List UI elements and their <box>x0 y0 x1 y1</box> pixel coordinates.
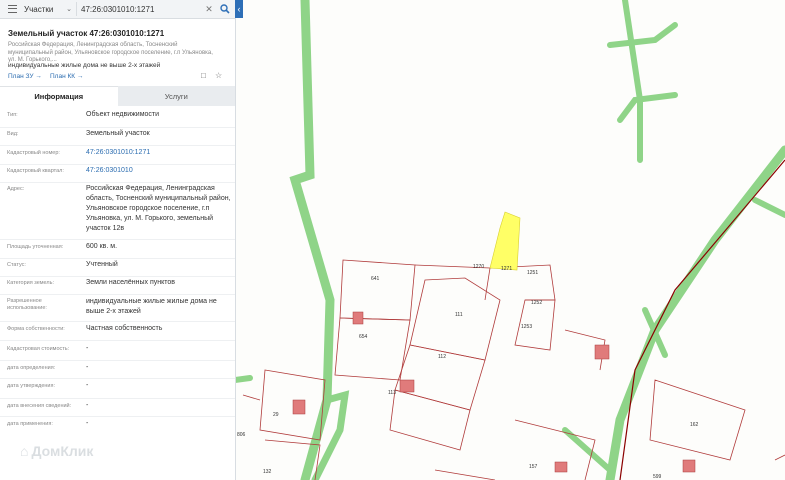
field-row: дата применения: - <box>0 416 235 434</box>
field-label: дата утверждения: <box>7 383 56 389</box>
parcel-label: 1253 <box>521 324 533 330</box>
parcel-label: 1271 <box>501 266 513 272</box>
field-row: дата внесения сведений: - <box>0 398 235 417</box>
parcel-label: 113 <box>388 390 396 396</box>
parcel-label: 157 <box>529 464 538 470</box>
field-row: дата утверждения: - <box>0 378 235 399</box>
field-row: Категория земель: Земли населённых пункт… <box>0 276 235 295</box>
field-row: Площадь уточненная: 600 кв. м. <box>0 240 235 259</box>
field-row: Форма собственности: Частная собственнос… <box>0 322 235 341</box>
field-label: Форма собственности: <box>7 326 65 332</box>
field-row: Статус: Учтенный <box>0 258 235 277</box>
field-row: дата определения: - <box>0 360 235 379</box>
field-label: Адрес: <box>7 186 25 192</box>
parcel-label: 1251 <box>527 270 539 276</box>
star-icon[interactable]: ☆ <box>215 71 222 80</box>
plan-zu-link[interactable]: План ЗУ → <box>8 73 42 80</box>
parcel-label: 1252 <box>531 300 543 306</box>
field-value: 600 кв. м. <box>86 243 118 250</box>
field-value: - <box>86 345 89 352</box>
watermark-text: ДомКлик <box>31 443 94 459</box>
collapse-panel-button[interactable]: ‹ <box>235 0 243 18</box>
parcel-label: 1270 <box>473 264 485 270</box>
field-label: дата внесения сведений: <box>7 403 72 409</box>
search-icon <box>220 4 230 14</box>
parcel-label: 29 <box>273 412 279 418</box>
tab-information[interactable]: Информация <box>0 86 118 106</box>
parcel-label: 111 <box>455 312 463 318</box>
parcel-usage: индивидуальные жилые дома не выше 2-х эт… <box>8 62 161 69</box>
parcel-label: 654 <box>359 334 368 340</box>
menu-button[interactable] <box>0 0 24 18</box>
collapse-arrow-icon: ‹ <box>237 4 241 14</box>
parcel-label: 162 <box>690 422 699 428</box>
field-value: Земли населённых пунктов <box>86 279 176 286</box>
parcel-label: 599 <box>653 474 662 480</box>
field-value: - <box>86 420 89 427</box>
field-row: Тип: Объект недвижимости <box>0 108 235 128</box>
field-row: Кадастровая стоимость: - <box>0 340 235 361</box>
parcel-title: Земельный участок 47:26:0301010:1271 <box>8 29 165 38</box>
field-label: Категория земель: <box>7 280 55 286</box>
field-value: - <box>86 382 89 389</box>
parcel-label: 806 <box>237 432 246 438</box>
field-label: Кадастровый квартал: <box>7 168 64 174</box>
selected-parcel[interactable] <box>489 211 521 271</box>
tab-services[interactable]: Услуги <box>117 86 235 106</box>
field-value: - <box>86 364 89 371</box>
tab-bar: Информация Услуги <box>0 86 235 106</box>
field-label: Вид: <box>7 131 19 137</box>
search-bar: Участки ⌄ 47:26:0301010:1271 ✕ <box>0 0 235 19</box>
field-label: дата определения: <box>7 365 56 371</box>
parcel-label: 132 <box>263 469 272 475</box>
info-panel: Участки ⌄ 47:26:0301010:1271 ✕ Земельный… <box>0 0 236 480</box>
field-value: Земельный участок <box>86 130 150 137</box>
field-value: Частная собственность <box>86 325 163 332</box>
close-icon[interactable]: ✕ <box>203 4 215 15</box>
field-value: Учтенный <box>86 261 118 268</box>
field-label: Тип: <box>7 112 18 118</box>
cadastral-map[interactable]: 641 1270 1271 1251 1252 111 1253 654 112… <box>235 0 785 480</box>
field-label: Кадастровая стоимость: <box>7 346 70 352</box>
field-row: Вид: Земельный участок <box>0 127 235 146</box>
layer-select[interactable]: Участки ⌄ <box>24 0 76 18</box>
field-value: индивидуальные жилые жилые дома не выше … <box>86 298 217 315</box>
layer-select-value: Участки <box>24 4 54 14</box>
field-row: Адрес: Российская Федерация, Ленинградск… <box>0 182 235 240</box>
cadastral-quarter-link[interactable]: 47:26:0301010 <box>86 166 231 176</box>
field-value: Объект недвижимости <box>86 111 160 118</box>
field-label: Разрешенное использование: <box>7 298 47 311</box>
house-logo-icon: ⌂ <box>20 443 29 459</box>
field-label: Площадь уточненная: <box>7 244 64 250</box>
cadastral-number-link[interactable]: 47:26:0301010:1271 <box>86 148 231 158</box>
menu-icon <box>7 5 17 13</box>
plan-kk-link[interactable]: План КК → <box>50 73 83 80</box>
field-value: Российская Федерация, Ленинградская обла… <box>86 185 231 232</box>
field-row: Кадастровый номер: 47:26:0301010:1271 <box>0 146 235 165</box>
map-canvas[interactable] <box>235 0 785 480</box>
map-plan-icon[interactable]: □ <box>201 71 206 80</box>
field-row: Разрешенное использование: индивидуальны… <box>0 294 235 322</box>
field-value: - <box>86 402 89 409</box>
parcel-label: 112 <box>438 354 446 360</box>
cadastral-quarter-line <box>619 159 785 480</box>
search-button[interactable] <box>215 0 235 18</box>
field-label: дата применения: <box>7 421 53 427</box>
parcel-label: 641 <box>371 276 380 282</box>
field-row: Кадастровый квартал: 47:26:0301010 <box>0 164 235 183</box>
field-label: Статус: <box>7 262 26 268</box>
search-input[interactable]: 47:26:0301010:1271 <box>76 2 203 16</box>
field-label: Кадастровый номер: <box>7 150 60 156</box>
watermark: ⌂ ДомКлик <box>20 443 93 459</box>
chevron-down-icon: ⌄ <box>66 6 72 13</box>
